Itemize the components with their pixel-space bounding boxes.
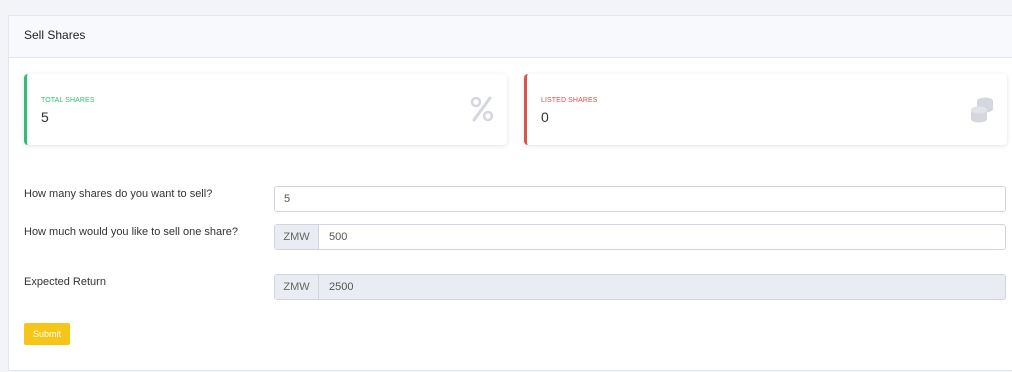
total-shares-card: TOTAL SHARES 5 (24, 74, 507, 145)
expected-return-value: 2500 (329, 281, 354, 293)
price-currency-prefix: ZMW (275, 225, 319, 249)
quantity-label: How many shares do you want to sell? (24, 188, 213, 200)
total-shares-value: 5 (41, 109, 49, 125)
card-header: Sell Shares (9, 16, 1012, 58)
total-shares-label: TOTAL SHARES (41, 97, 95, 104)
price-label: How much would you like to sell one shar… (24, 226, 239, 238)
expected-return-label: Expected Return (24, 276, 106, 288)
listed-shares-card: LISTED SHARES 0 (524, 74, 1007, 145)
page-title: Sell Shares (24, 28, 86, 42)
quantity-value: 5 (284, 193, 291, 205)
price-value: 500 (329, 231, 348, 243)
submit-button[interactable]: Submit (24, 323, 70, 345)
price-input[interactable]: ZMW 500 (274, 224, 1006, 250)
coins-icon (969, 95, 995, 123)
listed-shares-value: 0 (541, 109, 549, 125)
quantity-input[interactable]: 5 (274, 186, 1006, 212)
expected-return-field: ZMW 2500 (274, 274, 1006, 300)
expected-currency-prefix: ZMW (275, 275, 319, 299)
sell-shares-card: Sell Shares TOTAL SHARES 5 LISTED SHARES… (8, 15, 1012, 371)
listed-shares-label: LISTED SHARES (541, 97, 598, 104)
percent-icon (469, 95, 495, 123)
